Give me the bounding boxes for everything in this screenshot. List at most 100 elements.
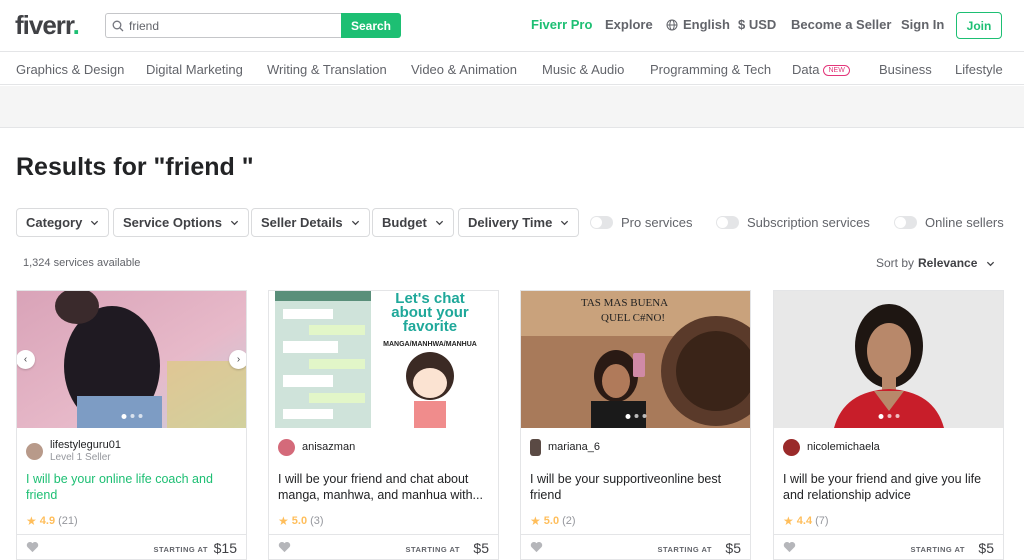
toggle-switch[interactable] bbox=[716, 216, 739, 229]
gig-thumbnail[interactable]: ‹ › bbox=[17, 291, 246, 428]
seller-info[interactable]: anisazman bbox=[278, 439, 355, 456]
search-button[interactable]: Search bbox=[341, 13, 401, 38]
rating-value: 4.9 bbox=[39, 515, 56, 527]
fiverr-logo[interactable]: fiverr. bbox=[15, 10, 80, 41]
thumb-text-line: QUEL C#NO! bbox=[601, 312, 665, 324]
avatar[interactable] bbox=[278, 439, 295, 456]
banner-area bbox=[0, 86, 1024, 128]
avatar[interactable] bbox=[783, 439, 800, 456]
nav-currency[interactable]: $ USD bbox=[738, 17, 776, 32]
carousel-dots[interactable] bbox=[625, 414, 646, 419]
gig-title[interactable]: I will be your friend and chat about man… bbox=[278, 471, 490, 503]
gig-thumbnail[interactable]: Let's chat about your favorite MANGA/MAN… bbox=[269, 291, 498, 428]
avatar[interactable] bbox=[26, 443, 43, 460]
rating-value: 5.0 bbox=[291, 515, 308, 527]
heart-icon[interactable] bbox=[26, 541, 39, 553]
filter-label: Budget bbox=[382, 215, 427, 230]
heart-icon[interactable] bbox=[530, 541, 543, 553]
thumb-text-line: favorite bbox=[403, 318, 457, 335]
filter-seller-details[interactable]: Seller Details bbox=[251, 208, 370, 237]
search-input[interactable]: friend bbox=[105, 13, 341, 38]
gig-image: Let's chat about your favorite MANGA/MAN… bbox=[269, 291, 498, 428]
starting-at-label: STARTING AT bbox=[153, 545, 208, 554]
seller-info[interactable]: nicolemichaela bbox=[783, 439, 880, 456]
seller-level: Level 1 Seller bbox=[50, 452, 111, 463]
gig-thumbnail[interactable] bbox=[774, 291, 1003, 428]
category-programming-tech[interactable]: Programming & Tech bbox=[650, 62, 771, 77]
toggle-switch[interactable] bbox=[894, 216, 917, 229]
gig-title[interactable]: I will be your supportiveonline best fri… bbox=[530, 471, 742, 503]
gig-rating: ★ 5.0 (3) bbox=[278, 514, 324, 528]
star-icon: ★ bbox=[530, 514, 541, 528]
filter-label: Seller Details bbox=[261, 215, 343, 230]
seller-name[interactable]: anisazman bbox=[302, 441, 355, 454]
category-lifestyle[interactable]: Lifestyle bbox=[955, 62, 1003, 77]
avatar[interactable] bbox=[530, 439, 541, 456]
filter-label: Service Options bbox=[123, 215, 222, 230]
gig-card[interactable]: Let's chat about your favorite MANGA/MAN… bbox=[268, 290, 499, 560]
chevron-down-icon bbox=[435, 220, 443, 226]
nav-language[interactable]: English bbox=[666, 17, 730, 32]
gig-image: TAS MAS BUENA QUEL C#NO! bbox=[521, 291, 750, 428]
language-label: English bbox=[683, 17, 730, 32]
seller-info[interactable]: mariana_6 bbox=[530, 439, 600, 456]
sort-label: Sort by bbox=[876, 256, 915, 270]
star-icon: ★ bbox=[783, 514, 794, 528]
gig-thumbnail[interactable]: TAS MAS BUENA QUEL C#NO! bbox=[521, 291, 750, 428]
seller-name[interactable]: nicolemichaela bbox=[807, 441, 880, 454]
category-writing-translation[interactable]: Writing & Translation bbox=[267, 62, 387, 77]
category-graphics-design[interactable]: Graphics & Design bbox=[16, 62, 124, 77]
gig-card[interactable]: TAS MAS BUENA QUEL C#NO! mariana_6 I wil… bbox=[520, 290, 751, 560]
filter-label: Category bbox=[26, 215, 83, 230]
gig-title[interactable]: I will be your online life coach and fri… bbox=[26, 471, 238, 503]
gig-card[interactable]: nicolemichaela I will be your friend and… bbox=[773, 290, 1004, 560]
category-digital-marketing[interactable]: Digital Marketing bbox=[146, 62, 243, 77]
carousel-dots[interactable] bbox=[121, 414, 142, 419]
toggle-online-sellers[interactable]: Online sellers bbox=[894, 215, 1004, 230]
thumb-text-line: MANGA/MANHWA/MANHUA bbox=[383, 341, 477, 348]
seller-info[interactable]: lifestyleguru01 Level 1 Seller bbox=[26, 439, 121, 464]
review-count: (3) bbox=[310, 515, 324, 527]
gig-image bbox=[17, 291, 246, 428]
card-footer: STARTING AT $5 bbox=[269, 534, 498, 559]
gig-rating: ★ 5.0 (2) bbox=[530, 514, 576, 528]
toggle-switch[interactable] bbox=[590, 216, 613, 229]
filter-label: Delivery Time bbox=[468, 215, 553, 230]
gig-price: $5 bbox=[725, 540, 741, 556]
gig-title[interactable]: I will be your friend and give you life … bbox=[783, 471, 995, 503]
category-data[interactable]: Data NEW bbox=[792, 62, 850, 77]
filter-category[interactable]: Category bbox=[16, 208, 110, 237]
category-business[interactable]: Business bbox=[879, 62, 932, 77]
carousel-dots[interactable] bbox=[878, 414, 899, 419]
toggle-label: Online sellers bbox=[925, 215, 1004, 230]
gig-image bbox=[774, 291, 1003, 428]
seller-name[interactable]: mariana_6 bbox=[548, 441, 600, 454]
starting-at-label: STARTING AT bbox=[405, 545, 460, 554]
nav-sign-in[interactable]: Sign In bbox=[901, 17, 944, 32]
sort-dropdown[interactable]: Sort by Relevance bbox=[876, 256, 995, 270]
nav-explore[interactable]: Explore bbox=[605, 17, 653, 32]
chevron-down-icon bbox=[230, 220, 239, 226]
carousel-dots[interactable] bbox=[373, 414, 394, 419]
star-icon: ★ bbox=[278, 514, 289, 528]
gig-price: $5 bbox=[978, 540, 994, 556]
filter-delivery-time[interactable]: Delivery Time bbox=[458, 208, 580, 237]
thumb-text-line: TAS MAS BUENA bbox=[581, 297, 668, 309]
gig-card[interactable]: ‹ › lifestyleguru01 Level 1 Seller I will… bbox=[16, 290, 247, 560]
category-music-audio[interactable]: Music & Audio bbox=[542, 62, 624, 77]
heart-icon[interactable] bbox=[783, 541, 796, 553]
rating-value: 4.4 bbox=[796, 515, 813, 527]
nav-become-seller[interactable]: Become a Seller bbox=[791, 17, 891, 32]
category-video-animation[interactable]: Video & Animation bbox=[411, 62, 517, 77]
seller-name[interactable]: lifestyleguru01 bbox=[50, 439, 121, 452]
join-button[interactable]: Join bbox=[956, 12, 1002, 39]
filter-service-options[interactable]: Service Options bbox=[113, 208, 249, 237]
review-count: (2) bbox=[562, 515, 576, 527]
toggle-pro-services[interactable]: Pro services bbox=[590, 215, 693, 230]
toggle-subscription-services[interactable]: Subscription services bbox=[716, 215, 870, 230]
nav-fiverr-pro[interactable]: Fiverr Pro bbox=[531, 17, 592, 32]
heart-icon[interactable] bbox=[278, 541, 291, 553]
category-nav: Graphics & Design Digital Marketing Writ… bbox=[0, 52, 1024, 85]
next-arrow-icon[interactable]: › bbox=[229, 350, 246, 369]
filter-budget[interactable]: Budget bbox=[372, 208, 454, 237]
